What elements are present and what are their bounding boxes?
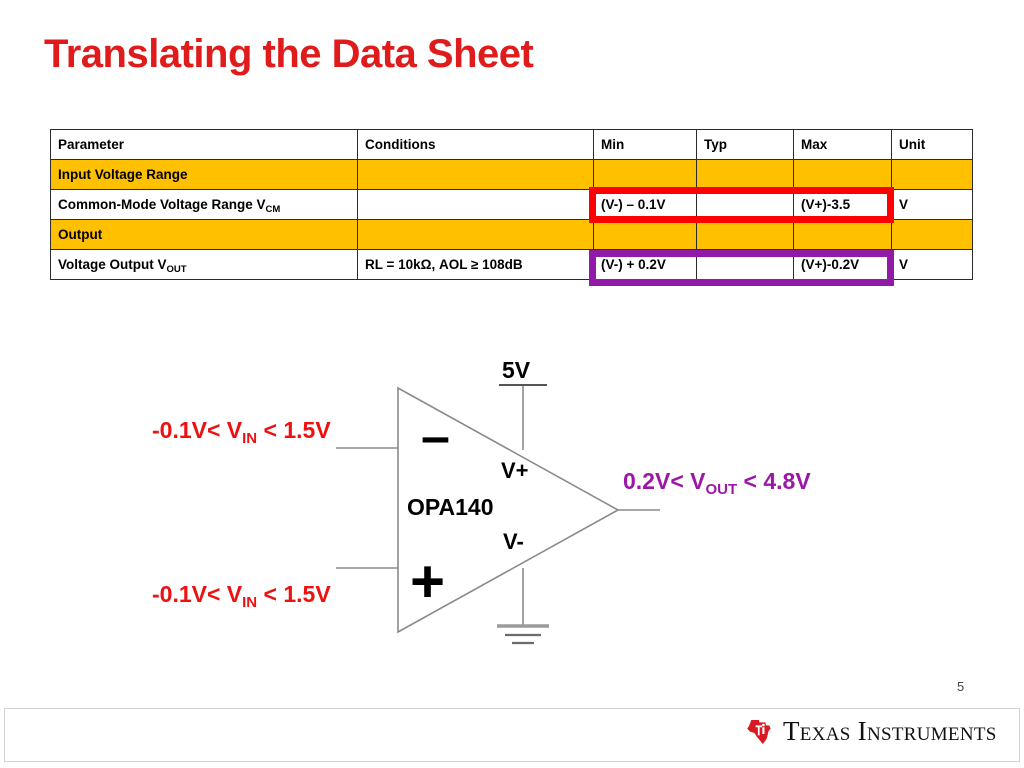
annotation-text-tail: < 4.8V <box>737 468 811 494</box>
cell-conditions <box>357 159 594 190</box>
cell-parameter-text: Voltage Output V <box>58 257 167 272</box>
cell-unit <box>891 219 973 250</box>
table-row: Common-Mode Voltage Range VCM (V-) – 0.1… <box>50 189 973 220</box>
supply-voltage-label: 5V <box>502 357 531 383</box>
cell-max: (V+)-0.2V <box>793 249 892 280</box>
cell-parameter-text: Common-Mode Voltage Range V <box>58 197 266 212</box>
table-row: Input Voltage Range <box>50 159 973 190</box>
ti-brand-wordmark: Texas Instruments <box>783 716 997 746</box>
page-title: Translating the Data Sheet <box>44 32 534 76</box>
page-number: 5 <box>957 679 965 694</box>
column-header-typ: Typ <box>696 129 794 160</box>
cell-max <box>793 159 892 190</box>
annotation-text: -0.1V< V <box>152 417 243 443</box>
cell-unit: V <box>891 249 973 280</box>
cell-max: (V+)-3.5 <box>793 189 892 220</box>
annotation-text-tail: < 1.5V <box>257 417 331 443</box>
vplus-pin-label: V+ <box>501 458 529 483</box>
cell-parameter: Voltage Output VOUT <box>50 249 358 280</box>
noninverting-input-sign: + <box>410 548 446 615</box>
cell-unit <box>891 159 973 190</box>
cell-parameter-subscript: CM <box>265 204 281 215</box>
datasheet-spec-table: Parameter Conditions Min Typ Max Unit In… <box>50 129 973 280</box>
column-header-unit: Unit <box>891 129 973 160</box>
annotation-text: 0.2V< V <box>623 468 706 494</box>
annotation-subscript: IN <box>242 594 258 611</box>
table-row: Output <box>50 219 973 250</box>
cell-parameter-subscript: OUT <box>166 264 187 275</box>
annotation-text-tail: < 1.5V <box>257 581 331 607</box>
annotation-input-range-top: -0.1V< VIN < 1.5V <box>152 417 331 447</box>
cell-typ <box>696 189 794 220</box>
annotation-subscript: IN <box>242 430 258 447</box>
device-name-label: OPA140 <box>407 494 494 520</box>
cell-conditions <box>357 219 594 250</box>
cell-min: (V-) + 0.2V <box>593 249 697 280</box>
annotation-subscript: OUT <box>705 481 738 498</box>
column-header-min: Min <box>593 129 697 160</box>
column-header-conditions: Conditions <box>357 129 594 160</box>
cell-min <box>593 159 697 190</box>
annotation-text: -0.1V< V <box>152 581 243 607</box>
cell-min: (V-) – 0.1V <box>593 189 697 220</box>
column-header-parameter: Parameter <box>50 129 358 160</box>
cell-typ <box>696 159 794 190</box>
cell-parameter: Input Voltage Range <box>50 159 358 190</box>
cell-conditions <box>357 189 594 220</box>
annotation-input-range-bottom: -0.1V< VIN < 1.5V <box>152 581 331 611</box>
table-header-row: Parameter Conditions Min Typ Max Unit <box>50 129 973 160</box>
column-header-max: Max <box>793 129 892 160</box>
inverting-input-sign: – <box>421 408 450 466</box>
cell-min <box>593 219 697 250</box>
cell-unit: V <box>891 189 973 220</box>
cell-typ <box>696 249 794 280</box>
annotation-output-range: 0.2V< VOUT < 4.8V <box>623 468 811 498</box>
cell-max <box>793 219 892 250</box>
texas-i-stem <box>762 726 765 734</box>
schematic-svg <box>336 384 660 645</box>
table-row: Voltage Output VOUT RL = 10kΩ, AOL ≥ 108… <box>50 249 973 280</box>
cell-parameter: Common-Mode Voltage Range VCM <box>50 189 358 220</box>
vminus-pin-label: V- <box>503 529 524 554</box>
texas-instruments-logo: Texas Instruments <box>744 716 997 747</box>
cell-typ <box>696 219 794 250</box>
cell-conditions: RL = 10kΩ, AOL ≥ 108dB <box>357 249 594 280</box>
texas-i-dot <box>762 723 765 726</box>
slide-canvas: Translating the Data Sheet Parameter Con… <box>0 0 1024 768</box>
opamp-schematic <box>0 340 1024 660</box>
cell-parameter: Output <box>50 219 358 250</box>
texas-state-icon <box>747 719 771 744</box>
